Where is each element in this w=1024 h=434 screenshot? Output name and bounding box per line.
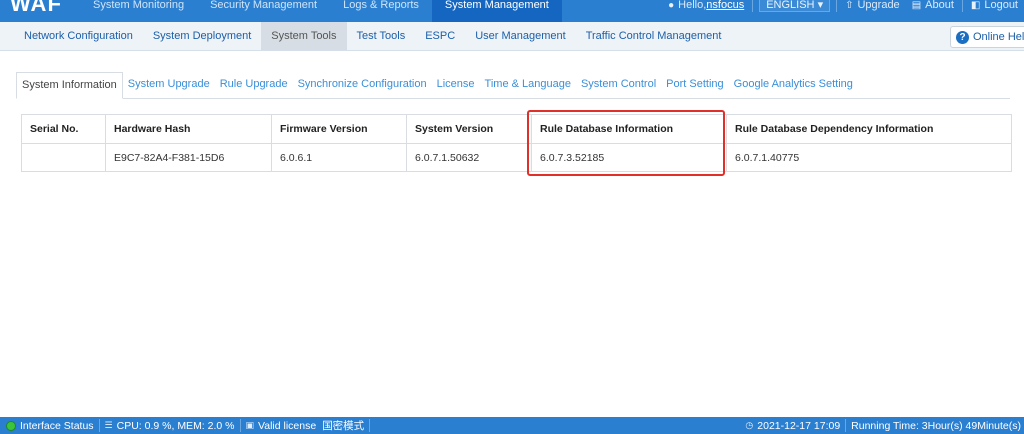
upgrade-label: Upgrade (857, 0, 900, 11)
online-help-button[interactable]: ? Online Help (950, 26, 1024, 48)
tab-google-analytics-setting[interactable]: Google Analytics Setting (729, 72, 858, 97)
user-greeting: ● Hello, nsfocus (662, 0, 750, 11)
logout-icon: ◧ (970, 0, 981, 11)
divider (961, 0, 963, 12)
submenu-espc[interactable]: ESPC (415, 22, 465, 50)
status-bar: Interface Status ☰ CPU: 0.9 %, MEM: 2.0 … (0, 417, 1024, 434)
tab-port-setting[interactable]: Port Setting (661, 72, 728, 97)
header-rule-database-information: Rule Database Information (531, 114, 727, 144)
menu-system-management[interactable]: System Management (431, 0, 562, 22)
cpu-icon: ☰ (104, 420, 113, 430)
running-time-text: Running Time: 3Hour(s) 49Minute(s) (851, 419, 1021, 432)
menu-security-management[interactable]: Security Management (197, 0, 330, 22)
greeting-text: Hello, (678, 0, 707, 11)
user-icon: ● (668, 0, 675, 11)
table-header-row: Serial No. Hardware Hash Firmware Versio… (21, 114, 1012, 144)
system-tools-tabs: System Information System Upgrade Rule U… (16, 72, 1010, 99)
crypto-mode-text: 国密模式 (322, 420, 365, 432)
divider (239, 419, 241, 432)
sub-navigation-bar: Network Configuration System Deployment … (0, 22, 1024, 51)
tab-synchronize-configuration[interactable]: Synchronize Configuration (293, 72, 432, 97)
cpu-mem-text: CPU: 0.9 %, MEM: 2.0 % (116, 419, 235, 432)
submenu-user-management[interactable]: User Management (465, 22, 576, 50)
about-icon: ▤ (911, 0, 922, 11)
cell-hardware-hash: E9C7-82A4-F381-15D6 (105, 143, 272, 172)
submenu-traffic-control-management[interactable]: Traffic Control Management (576, 22, 732, 50)
header-system-version: System Version (406, 114, 532, 144)
running-time-status: Running Time: 3Hour(s) 49Minute(s) (848, 420, 1024, 432)
submenu-system-tools[interactable]: System Tools (261, 22, 347, 50)
online-help-label: Online Help (973, 31, 1024, 43)
header-hardware-hash: Hardware Hash (105, 114, 272, 144)
upgrade-icon: ⇧ (845, 0, 854, 11)
cell-rule-database-dependency: 6.0.7.1.40775 (726, 143, 1012, 172)
status-dot-icon (6, 420, 16, 431)
tab-system-information[interactable]: System Information (16, 72, 123, 99)
upgrade-link[interactable]: ⇧ Upgrade (839, 0, 906, 11)
header-rule-database-dependency: Rule Database Dependency Information (726, 114, 1012, 144)
username-link[interactable]: nsfocus (706, 0, 744, 11)
about-link[interactable]: ▤ About (906, 0, 960, 11)
cell-serial-no (21, 143, 106, 172)
cpu-mem-status: ☰ CPU: 0.9 %, MEM: 2.0 % (102, 420, 238, 432)
cell-rule-database-information: 6.0.7.3.52185 (531, 143, 727, 172)
divider (836, 0, 838, 12)
divider (98, 419, 100, 432)
interface-status-label: Interface Status (20, 419, 94, 432)
clock-icon: ◷ (745, 420, 754, 430)
sub-menu: Network Configuration System Deployment … (14, 22, 731, 50)
datetime-status: ◷ 2021-12-17 17:09 (742, 420, 843, 432)
divider (845, 419, 847, 432)
license-icon: ▣ (245, 420, 255, 430)
header-serial-no: Serial No. (21, 114, 106, 144)
language-select[interactable]: ENGLISH ▾ (759, 0, 831, 12)
license-status: ▣ Valid license (243, 420, 320, 432)
crypto-mode: 国密模式 (319, 418, 367, 433)
system-information-table: Serial No. Hardware Hash Firmware Versio… (21, 114, 1012, 172)
help-icon: ? (956, 30, 969, 44)
submenu-test-tools[interactable]: Test Tools (347, 22, 416, 50)
table-row: E9C7-82A4-F381-15D6 6.0.6.1 6.0.7.1.5063… (21, 143, 1012, 172)
interface-status[interactable]: Interface Status (0, 420, 97, 432)
logout-link[interactable]: ◧ Logout (965, 0, 1024, 11)
tab-system-control[interactable]: System Control (576, 72, 661, 97)
datetime-text: 2021-12-17 17:09 (757, 419, 841, 432)
language-value: ENGLISH (766, 0, 815, 11)
menu-logs-reports[interactable]: Logs & Reports (330, 0, 432, 22)
about-label: About (925, 0, 954, 11)
waf-logo: WAF (10, 0, 62, 16)
divider (752, 0, 754, 12)
submenu-network-configuration[interactable]: Network Configuration (14, 22, 143, 50)
tab-license[interactable]: License (432, 72, 480, 97)
tab-system-upgrade[interactable]: System Upgrade (123, 72, 215, 97)
license-text: Valid license (258, 419, 317, 432)
chevron-down-icon: ▾ (817, 0, 824, 11)
top-right-actions: ● Hello, nsfocus ENGLISH ▾ ⇧ Upgrade ▤ A… (662, 0, 1024, 22)
status-bar-left: Interface Status ☰ CPU: 0.9 %, MEM: 2.0 … (0, 417, 372, 434)
top-navigation-bar: WAF System Monitoring Security Managemen… (0, 0, 1024, 22)
divider (369, 419, 371, 432)
cell-system-version: 6.0.7.1.50632 (406, 143, 532, 172)
menu-system-monitoring[interactable]: System Monitoring (80, 0, 197, 22)
tab-time-language[interactable]: Time & Language (480, 72, 576, 97)
tab-rule-upgrade[interactable]: Rule Upgrade (215, 72, 293, 97)
cell-firmware-version: 6.0.6.1 (271, 143, 407, 172)
header-firmware-version: Firmware Version (271, 114, 407, 144)
main-menu: System Monitoring Security Management Lo… (80, 0, 562, 22)
submenu-system-deployment[interactable]: System Deployment (143, 22, 261, 50)
status-bar-right: ◷ 2021-12-17 17:09 Running Time: 3Hour(s… (742, 417, 1024, 434)
logout-label: Logout (984, 0, 1018, 11)
